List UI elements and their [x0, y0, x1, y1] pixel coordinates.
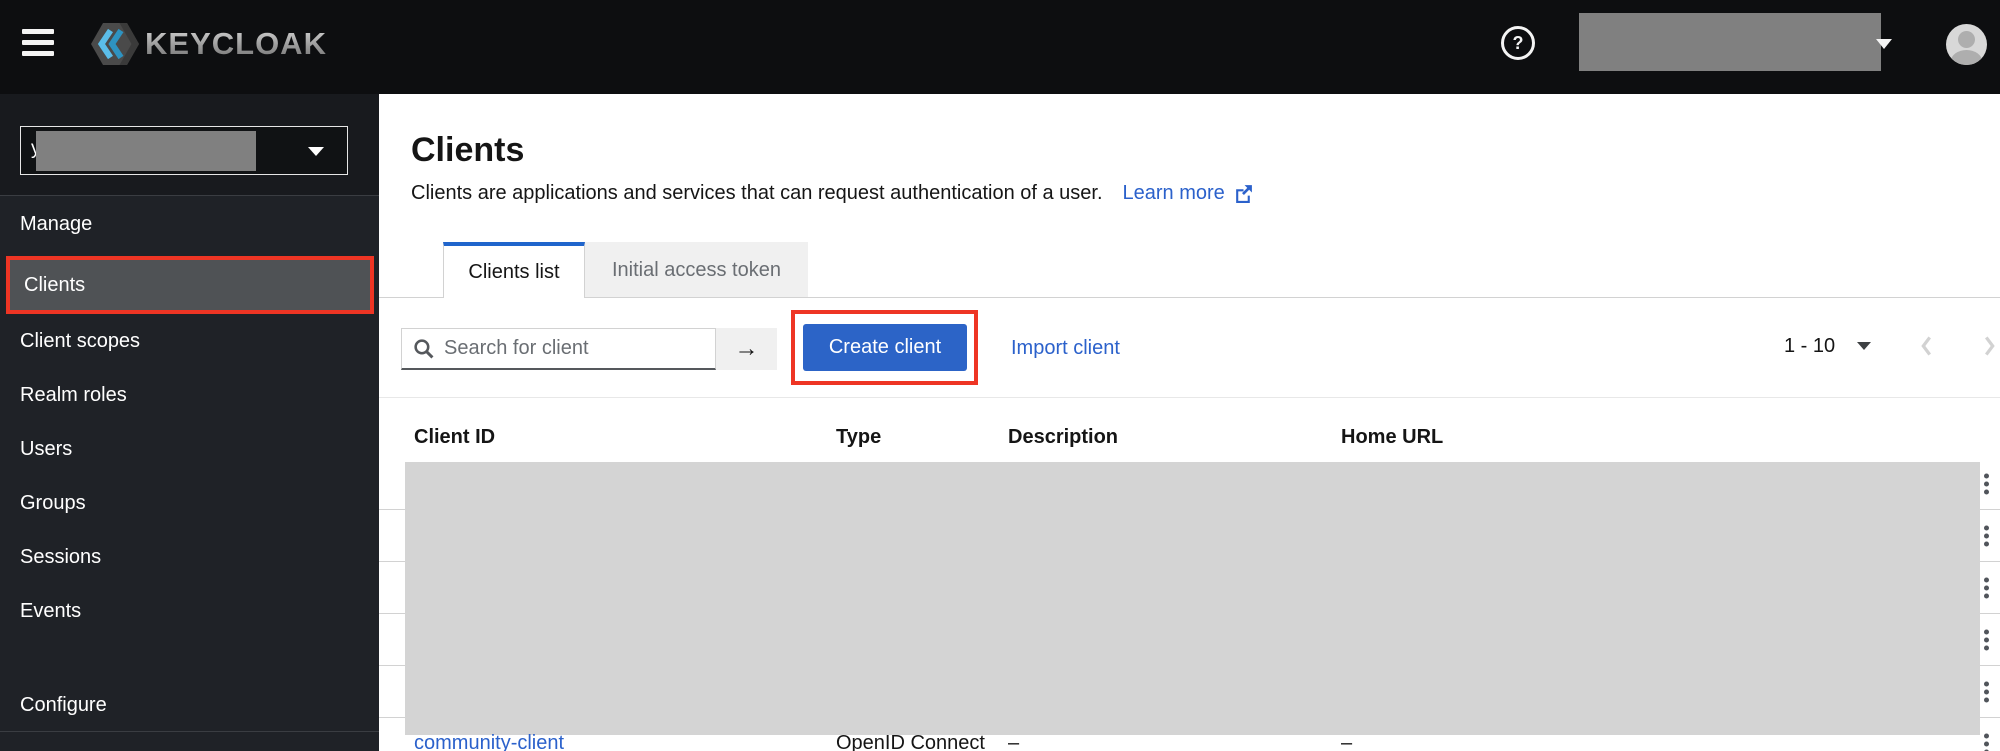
- tabs-underline: [379, 297, 2000, 298]
- username-redacted: [1579, 13, 1881, 71]
- import-client-link[interactable]: Import client: [1011, 337, 1120, 360]
- sidebar-nav: y Manage Clients Client scopes Realm rol…: [0, 94, 379, 751]
- realm-name-redacted: [36, 131, 256, 171]
- external-link-icon: [1233, 183, 1254, 204]
- column-header-description[interactable]: Description: [1008, 426, 1118, 449]
- sidebar-item-sessions[interactable]: Sessions: [0, 530, 379, 585]
- avatar-shoulders: [1951, 50, 1982, 65]
- sidebar-item-clients[interactable]: Clients: [6, 256, 374, 314]
- client-type-cell: OpenID Connect: [836, 732, 985, 751]
- chevron-down-icon: [308, 147, 324, 156]
- realm-selector-area: y: [0, 94, 379, 195]
- column-header-type[interactable]: Type: [836, 426, 881, 449]
- toolbar-divider: [379, 397, 2000, 398]
- avatar-head: [1958, 31, 1975, 48]
- realm-selector-dropdown[interactable]: y: [20, 126, 348, 175]
- tab-initial-access-token[interactable]: Initial access token: [585, 242, 808, 298]
- chevron-left-icon: [1919, 334, 1934, 358]
- table-content-redacted: [405, 462, 1980, 735]
- search-input[interactable]: [444, 337, 694, 360]
- search-icon: [413, 338, 434, 359]
- kebab-menu-icon[interactable]: [1980, 729, 1993, 751]
- keycloak-admin-console: KEYCLOAK ? y Manage Clients Client scope…: [0, 0, 2000, 751]
- sidebar-item-client-scopes[interactable]: Client scopes: [0, 314, 379, 369]
- sidebar-item-groups[interactable]: Groups: [0, 476, 379, 531]
- column-header-home-url[interactable]: Home URL: [1341, 426, 1443, 449]
- user-menu-caret-icon[interactable]: [1876, 39, 1892, 49]
- pagination-caret-icon[interactable]: [1857, 342, 1871, 350]
- sidebar-divider: [0, 195, 379, 196]
- search-box: [401, 328, 716, 370]
- chevron-right-icon: [1982, 334, 1997, 358]
- kebab-menu-icon[interactable]: [1980, 469, 1993, 498]
- main-content: Clients Clients are applications and ser…: [379, 94, 2000, 751]
- kebab-menu-icon[interactable]: [1980, 573, 1993, 602]
- kebab-menu-icon[interactable]: [1980, 677, 1993, 706]
- column-header-client-id[interactable]: Client ID: [414, 426, 495, 449]
- client-description-cell: –: [1008, 732, 1019, 751]
- pagination: 1 - 10: [1784, 334, 1997, 358]
- masthead: KEYCLOAK ?: [0, 0, 2000, 94]
- sidebar-item-users[interactable]: Users: [0, 422, 379, 477]
- keycloak-logo-icon: [88, 20, 142, 68]
- pagination-range: 1 - 10: [1784, 335, 1835, 358]
- create-client-button[interactable]: Create client: [803, 324, 967, 371]
- client-id-link[interactable]: community-client: [414, 732, 564, 751]
- sidebar-item-realm-settings[interactable]: Realm settings: [0, 743, 379, 751]
- kebab-menu-icon[interactable]: [1980, 521, 1993, 550]
- keycloak-logo-text: KEYCLOAK: [145, 26, 327, 62]
- sidebar-item-events[interactable]: Events: [0, 584, 379, 639]
- page-title: Clients: [411, 131, 524, 170]
- page-description: Clients are applications and services th…: [411, 182, 1103, 205]
- kebab-menu-icon[interactable]: [1980, 625, 1993, 654]
- pagination-next-button[interactable]: [1982, 334, 1997, 358]
- sidebar-item-realm-roles[interactable]: Realm roles: [0, 368, 379, 423]
- nav-group-configure: Configure: [20, 694, 107, 717]
- help-icon[interactable]: ?: [1501, 26, 1535, 60]
- sidebar-divider: [0, 731, 379, 732]
- learn-more-link[interactable]: Learn more: [1123, 182, 1254, 205]
- search-submit-button[interactable]: →: [716, 328, 777, 370]
- pagination-prev-button[interactable]: [1919, 334, 1934, 358]
- tab-clients-list[interactable]: Clients list: [443, 242, 585, 298]
- avatar[interactable]: [1946, 24, 1987, 65]
- nav-group-manage: Manage: [20, 213, 92, 236]
- client-home-url-cell: –: [1341, 732, 1352, 751]
- keycloak-logo: KEYCLOAK: [88, 14, 327, 74]
- hamburger-menu-icon[interactable]: [22, 29, 56, 56]
